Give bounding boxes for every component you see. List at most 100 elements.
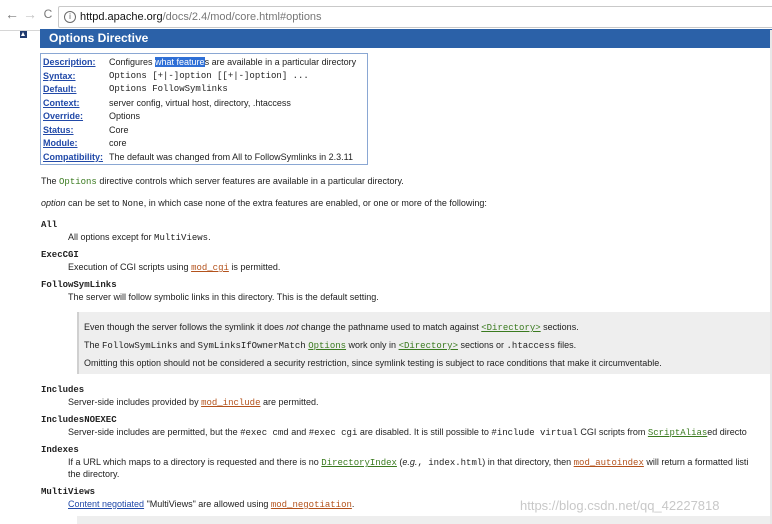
inoexec-and: and bbox=[288, 427, 309, 437]
intro1-pre: The bbox=[41, 176, 60, 186]
option-desc-indexes-line2: the directory. bbox=[68, 469, 120, 479]
indexes-mid2: ) in that directory, then bbox=[482, 457, 574, 467]
context-value: server config, virtual host, directory, … bbox=[109, 98, 291, 108]
default-link[interactable]: Default: bbox=[43, 83, 77, 96]
note1-pre: Even though the server follows the symli… bbox=[84, 322, 287, 332]
context-link[interactable]: Context: bbox=[43, 97, 80, 110]
note-line-2: The FollowSymLinks and SymLinksIfOwnerMa… bbox=[84, 339, 576, 352]
options-link[interactable]: Options bbox=[308, 341, 346, 351]
note2-code-symlinksifownermatch: SymLinksIfOwnerMatch bbox=[197, 341, 306, 351]
mod-negotiation-link[interactable]: mod_negotiation bbox=[271, 500, 352, 510]
option-desc-multiviews: Content negotiated "MultiViews" are allo… bbox=[68, 498, 354, 511]
option-term-all: All bbox=[41, 220, 58, 230]
back-to-top-icon[interactable] bbox=[20, 31, 27, 38]
note2-mid: work only in bbox=[346, 340, 399, 350]
multiviews-mid: "MultiViews" are allowed using bbox=[144, 499, 271, 509]
note-line-1: Even though the server follows the symli… bbox=[84, 321, 579, 334]
reload-icon[interactable]: C bbox=[40, 6, 56, 22]
option-term-includes: Includes bbox=[41, 385, 85, 395]
inoexec-code-include-virtual: #include virtual bbox=[491, 428, 578, 438]
directory-link-2[interactable]: <Directory> bbox=[399, 341, 458, 351]
all-desc-post: . bbox=[208, 232, 211, 242]
all-desc-code: MultiViews bbox=[154, 233, 209, 243]
url-text[interactable]: httpd.apache.org/docs/2.4/mod/core.html#… bbox=[80, 11, 322, 23]
mod-cgi-link[interactable]: mod_cgi bbox=[191, 263, 229, 273]
url-path: /docs/2.4/mod/core.html#options bbox=[162, 11, 322, 23]
indexes-pre: If a URL which maps to a directory is re… bbox=[68, 457, 322, 467]
mod-include-link[interactable]: mod_include bbox=[201, 398, 260, 408]
browser-toolbar: ← → C i httpd.apache.org/docs/2.4/mod/co… bbox=[0, 0, 772, 31]
module-value: core bbox=[109, 138, 127, 148]
directoryindex-link[interactable]: DirectoryIndex bbox=[321, 458, 397, 468]
syntax-value: Options [+|-]option [[+|-]option] ... bbox=[109, 71, 309, 81]
inoexec-code-exec-cgi: #exec cgi bbox=[308, 428, 358, 438]
option-desc-followsymlinks: The server will follow symbolic links in… bbox=[68, 292, 379, 302]
selected-text: what feature bbox=[155, 57, 205, 67]
option-term-execcgi: ExecCGI bbox=[41, 250, 79, 260]
indexes-eg: e.g. bbox=[402, 457, 418, 467]
override-link[interactable]: Override: bbox=[43, 110, 83, 123]
intro2-none-code: None bbox=[122, 199, 144, 209]
compatibility-link[interactable]: Compatibility: bbox=[43, 151, 103, 164]
address-bar[interactable]: i httpd.apache.org/docs/2.4/mod/core.htm… bbox=[58, 6, 772, 28]
option-desc-includesnoexec: Server-side includes are permitted, but … bbox=[68, 426, 747, 439]
status-link[interactable]: Status: bbox=[43, 124, 74, 137]
mod-autoindex-link[interactable]: mod_autoindex bbox=[574, 458, 644, 468]
compatibility-value: The default was changed from All to Foll… bbox=[109, 152, 353, 162]
info-icon[interactable]: i bbox=[64, 11, 76, 23]
content-negotiated-link[interactable]: Content negotiated bbox=[68, 499, 144, 509]
syntax-link[interactable]: Syntax: bbox=[43, 70, 76, 83]
inoexec-tail: ed directo bbox=[707, 427, 747, 437]
note-box: Even though the server follows the symli… bbox=[77, 312, 772, 374]
note2-and: and bbox=[177, 340, 198, 350]
note2-code-followsymlinks: FollowSymLinks bbox=[102, 341, 178, 351]
execcgi-desc-pre: Execution of CGI scripts using bbox=[68, 262, 192, 272]
note1-em: not bbox=[286, 322, 299, 332]
intro2-option-em: option bbox=[41, 198, 66, 208]
inoexec-pre: Server-side includes are permitted, but … bbox=[68, 427, 241, 437]
note2-pre: The bbox=[84, 340, 103, 350]
note2-code-htaccess: .htaccess bbox=[506, 341, 556, 351]
description-post: s are available in a particular director… bbox=[204, 57, 357, 67]
option-term-indexes: Indexes bbox=[41, 445, 79, 455]
intro2-post: , in which case none of the extra featur… bbox=[143, 198, 487, 208]
includes-desc-pre: Server-side includes provided by bbox=[68, 397, 202, 407]
inoexec-mid2: CGI scripts from bbox=[577, 427, 648, 437]
option-term-multiviews: MultiViews bbox=[41, 487, 96, 497]
directive-title: Options Directive bbox=[40, 29, 772, 48]
note-box-2 bbox=[77, 516, 772, 524]
description-link[interactable]: Description: bbox=[43, 56, 96, 69]
intro-paragraph-2: option can be set to None, in which case… bbox=[41, 197, 487, 210]
includes-desc-post: are permitted. bbox=[260, 397, 319, 407]
inoexec-mid: are disabled. It is still possible to bbox=[357, 427, 492, 437]
url-host: httpd.apache.org bbox=[80, 11, 163, 23]
status-value: Core bbox=[109, 125, 129, 135]
module-link[interactable]: Module: bbox=[43, 137, 78, 150]
note1-mid: change the pathname used to match agains… bbox=[298, 322, 482, 332]
indexes-code-index-html: , index.html bbox=[417, 458, 483, 468]
multiviews-post: . bbox=[351, 499, 355, 509]
forward-arrow-icon[interactable]: → bbox=[22, 6, 38, 22]
back-arrow-icon[interactable]: ← bbox=[4, 6, 20, 22]
option-term-includesnoexec: IncludesNOEXEC bbox=[41, 415, 117, 425]
note2-or: sections or bbox=[457, 340, 507, 350]
option-desc-all: All options except for MultiViews. bbox=[68, 231, 211, 244]
override-value: Options bbox=[109, 111, 141, 121]
description-pre: Configures bbox=[109, 57, 156, 67]
note1-post: sections. bbox=[540, 322, 579, 332]
execcgi-desc-post: is permitted. bbox=[228, 262, 281, 272]
intro-paragraph-1: The Options directive controls which ser… bbox=[41, 175, 404, 188]
option-term-followsymlinks: FollowSymLinks bbox=[41, 280, 117, 290]
note2-post: files. bbox=[555, 340, 577, 350]
inoexec-code-exec-cmd: #exec cmd bbox=[240, 428, 289, 438]
option-desc-includes: Server-side includes provided by mod_inc… bbox=[68, 396, 319, 409]
description-value: Configures what features are available i… bbox=[109, 56, 356, 69]
intro1-post: directive controls which server features… bbox=[96, 176, 404, 186]
watermark: https://blog.csdn.net/qq_42227818 bbox=[520, 498, 720, 513]
note-line-3: Omitting this option should not be consi… bbox=[84, 358, 662, 368]
scriptalias-link[interactable]: ScriptAlias bbox=[648, 428, 707, 438]
indexes-tail: will return a formatted listi bbox=[643, 457, 749, 467]
directory-link[interactable]: <Directory> bbox=[481, 323, 540, 333]
intro2-mid: can be set to bbox=[65, 198, 123, 208]
all-desc-pre: All options except for bbox=[68, 232, 155, 242]
